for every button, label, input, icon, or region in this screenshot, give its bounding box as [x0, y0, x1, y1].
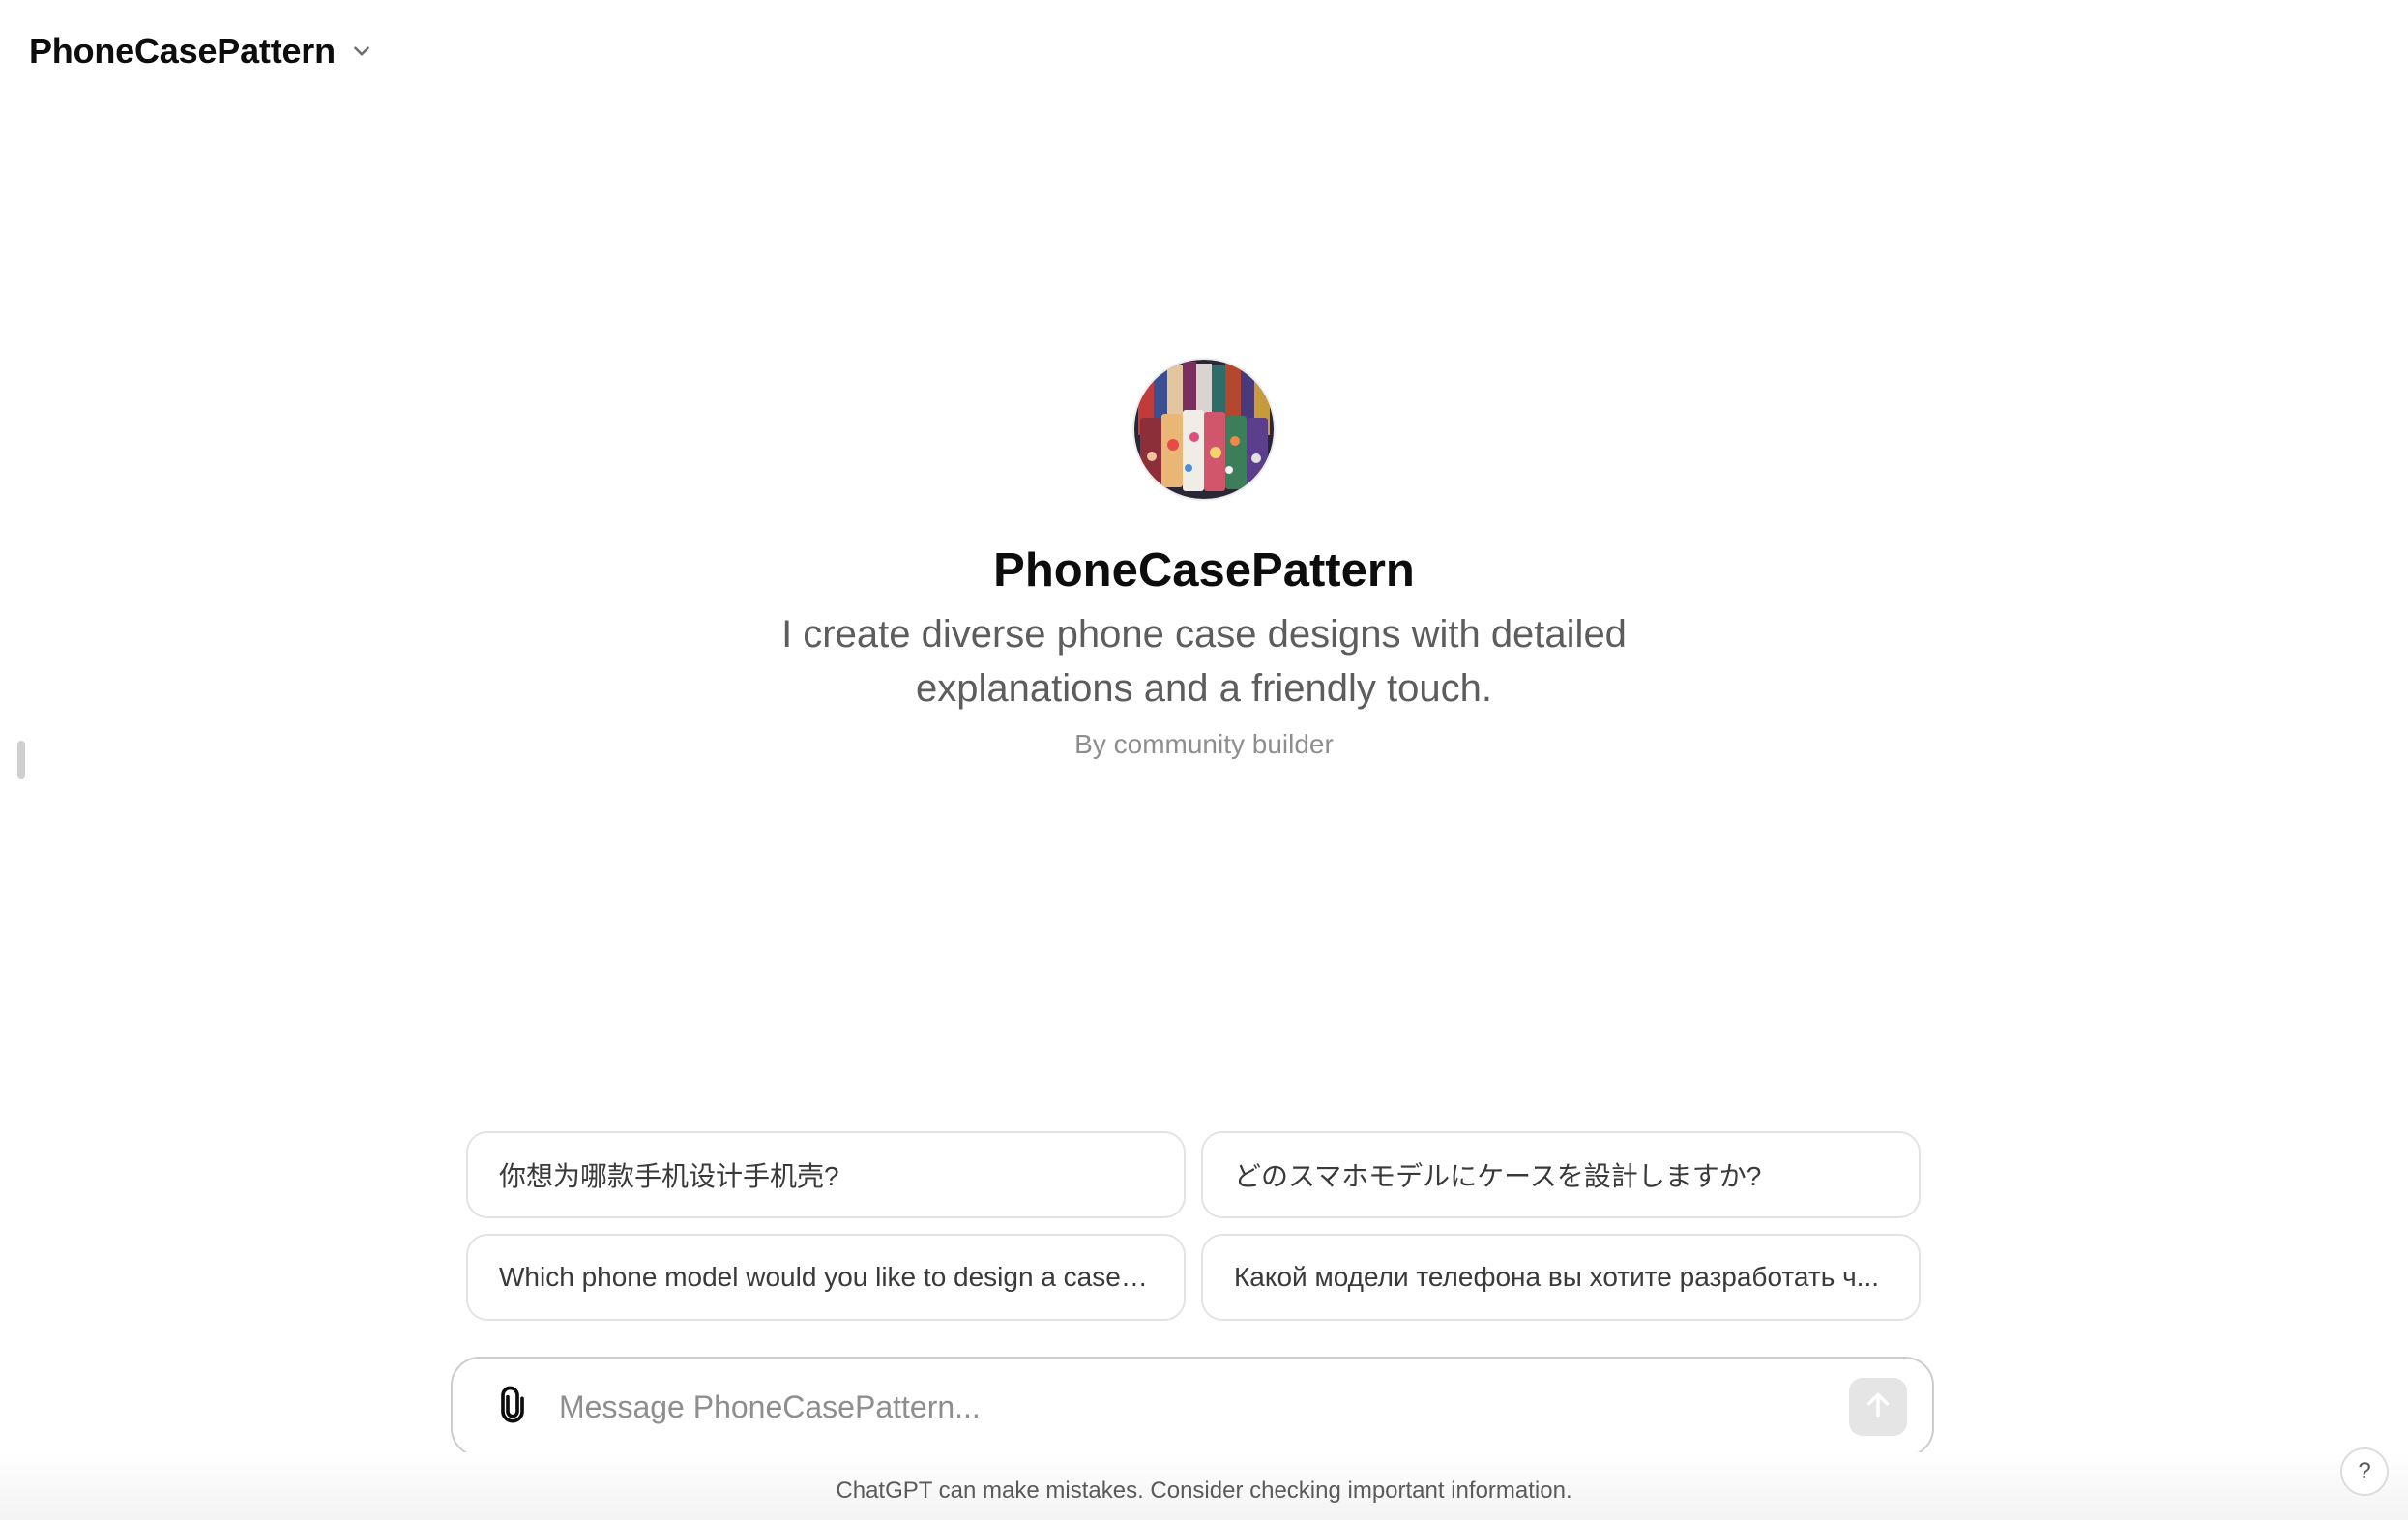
suggestion-label: どのスマホモデルにケースを設計しますか?: [1234, 1161, 1762, 1191]
gpt-author: By community builder: [1074, 729, 1334, 759]
suggestion-card[interactable]: Какой модели телефона вы хотите разработ…: [1201, 1234, 1921, 1321]
arrow-up-icon: [1863, 1389, 1894, 1425]
gpt-intro: PhoneCasePattern I create diverse phone …: [0, 360, 2408, 760]
help-button[interactable]: ?: [2340, 1447, 2389, 1496]
gpt-description: I create diverse phone case designs with…: [781, 613, 1627, 710]
suggestion-card[interactable]: Which phone model would you like to desi…: [466, 1234, 1186, 1321]
model-name: PhoneCasePattern: [29, 31, 336, 71]
chat-page: PhoneCasePattern PhoneCasePattern I crea…: [0, 0, 2408, 1520]
gpt-avatar: [1134, 360, 1274, 499]
suggestion-label: Какой модели телефона вы хотите разработ…: [1234, 1262, 1880, 1292]
paperclip-icon: [493, 1384, 532, 1431]
model-switcher-button[interactable]: PhoneCasePattern: [17, 23, 386, 79]
suggestion-grid: 你想为哪款手机设计手机壳? どのスマホモデルにケースを設計しますか? Which…: [466, 1131, 1921, 1321]
gpt-title: PhoneCasePattern: [993, 544, 1415, 597]
send-button[interactable]: [1849, 1378, 1907, 1436]
disclaimer-text: ChatGPT can make mistakes. Consider chec…: [836, 1477, 1572, 1504]
suggestion-label: 你想为哪款手机设计手机壳?: [499, 1161, 839, 1191]
suggestion-label: Which phone model would you like to desi…: [499, 1262, 1153, 1292]
message-input[interactable]: [557, 1377, 1849, 1437]
suggestion-card[interactable]: どのスマホモデルにケースを設計しますか?: [1201, 1131, 1921, 1218]
help-label: ?: [2358, 1458, 2371, 1484]
message-composer: [451, 1357, 1934, 1457]
chevron-down-icon: [349, 39, 374, 64]
attach-file-button[interactable]: [485, 1380, 540, 1434]
suggestion-card[interactable]: 你想为哪款手机设计手机壳?: [466, 1131, 1186, 1218]
